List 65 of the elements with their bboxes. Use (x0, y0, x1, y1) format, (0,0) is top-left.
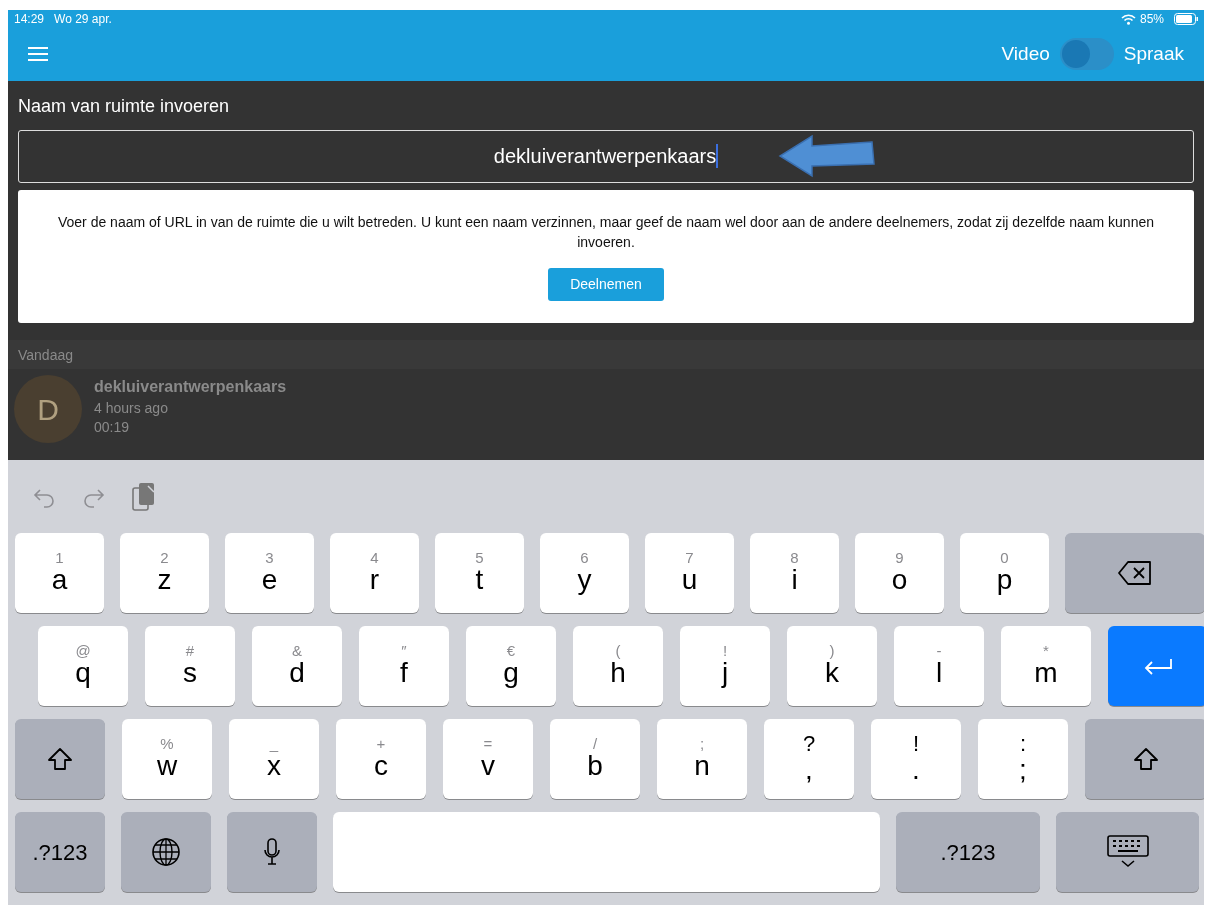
room-duration: 00:19 (94, 417, 131, 436)
mode-toggle[interactable] (1059, 38, 1114, 71)
microphone-key[interactable] (227, 812, 317, 892)
hide-keyboard-key[interactable] (1056, 812, 1199, 892)
globe-key[interactable] (121, 812, 211, 892)
keyboard-key[interactable]: ) k (787, 626, 877, 706)
battery-percent: 85% (1139, 11, 1164, 28)
keyboard-key[interactable]: ( h (573, 626, 663, 706)
keyboard-key[interactable]: 7 u (645, 533, 734, 613)
keyboard-key[interactable]: # s (145, 626, 235, 706)
keyboard-icon (1106, 835, 1149, 869)
room-title: dekluiverantwerpenkaars (94, 377, 287, 398)
keyboard-key[interactable]: @ q (38, 626, 128, 706)
room-name-label: Naam van ruimte invoeren (17, 94, 231, 118)
backspace-key[interactable] (1065, 533, 1204, 613)
keyboard-key[interactable]: 3 e (225, 533, 314, 613)
room-time: 4 hours ago (94, 399, 169, 418)
keyboard-key[interactable]: ! . (871, 719, 961, 799)
status-date: Wo 29 apr. (54, 11, 112, 28)
keyboard-key[interactable]: € g (466, 626, 556, 706)
keyboard-key[interactable]: 8 i (750, 533, 839, 613)
battery-icon (1174, 13, 1198, 25)
numbers-key[interactable]: .?123 (896, 812, 1040, 892)
keyboard-key[interactable]: / b (550, 719, 640, 799)
spraak-label: Spraak (1123, 42, 1184, 67)
keyboard-key[interactable]: ? , (764, 719, 854, 799)
menu-icon[interactable] (28, 47, 48, 62)
keyboard-key[interactable]: 5 t (435, 533, 524, 613)
keyboard-key[interactable]: = v (443, 719, 533, 799)
video-label: Video (1001, 42, 1050, 67)
section-title: Vandaag (18, 347, 73, 364)
return-icon (1142, 657, 1173, 675)
avatar: D (14, 375, 82, 444)
keyboard-key[interactable]: ; n (657, 719, 747, 799)
keyboard-key[interactable]: + c (336, 719, 426, 799)
shift-icon (47, 747, 73, 771)
keyboard-key[interactable]: 4 r (330, 533, 419, 613)
numbers-key[interactable]: .?123 (15, 812, 105, 892)
keyboard-key[interactable]: 0 p (960, 533, 1049, 613)
text-cursor (716, 144, 719, 169)
keyboard-key[interactable]: _ x (229, 719, 319, 799)
keyboard-key[interactable]: ″ f (359, 626, 449, 706)
keyboard-key[interactable]: * m (1001, 626, 1091, 706)
keyboard-key[interactable]: 1 a (15, 533, 104, 613)
keyboard-key[interactable]: - l (894, 626, 984, 706)
room-name-field[interactable]: dekluiverantwerpenkaars (18, 129, 1194, 183)
globe-icon (151, 837, 181, 867)
shift-key[interactable] (1085, 719, 1204, 799)
keyboard-key[interactable]: 2 z (120, 533, 209, 613)
backspace-icon (1118, 561, 1152, 585)
keyboard-key[interactable]: : ; (978, 719, 1068, 799)
keyboard-key[interactable]: & d (252, 626, 342, 706)
clipboard-icon[interactable] (132, 481, 156, 512)
keyboard-key[interactable]: ! j (680, 626, 770, 706)
field-value: dekluiverantwerpenkaars (493, 144, 717, 170)
shift-key[interactable] (15, 719, 105, 799)
keyboard-key[interactable]: % w (122, 719, 212, 799)
shift-icon (1133, 747, 1159, 771)
status-time: 14:29 (14, 11, 45, 28)
help-text: Voer de naam of URL in van de ruimte die u wilt betreden. U kunt een naam verzinnen, maar geef de naam wel door aan de andere deelnemers, zodat zij dezelfde naam kunnen invoeren. (56, 212, 1155, 253)
keyboard-key[interactable]: 9 o (855, 533, 944, 613)
microphone-icon (263, 838, 281, 866)
wifi-icon (1120, 13, 1136, 25)
keyboard-key[interactable]: 6 y (540, 533, 629, 613)
history-item[interactable]: D dekluiverantwerpenkaars 4 hours ago 00:19 (8, 369, 1204, 450)
